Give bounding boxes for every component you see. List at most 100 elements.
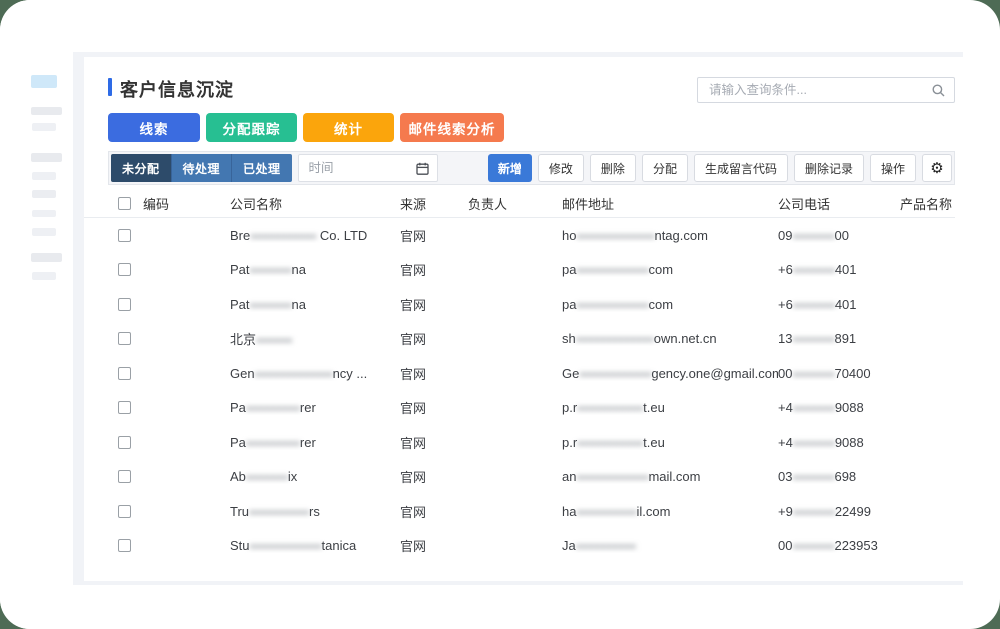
redacted-text: xxxxxxxxxxxx: [576, 298, 648, 311]
table-row: Brexxxxxxxxxxx Co. LTD 官网 hoxxxxxxxxxxxx…: [84, 218, 955, 253]
cell-text: 22499: [835, 504, 871, 519]
cell-email: anxxxxxxxxxxxxmail.com: [562, 469, 778, 484]
redacted-text: xxxxxxxxxxxx: [250, 539, 322, 552]
row-checkbox[interactable]: [118, 539, 131, 552]
cell-source: 官网: [400, 364, 468, 383]
cell-source: 官网: [400, 260, 468, 279]
cell-text: Pat: [230, 297, 250, 312]
cell-text: Stu: [230, 538, 250, 553]
tab-email-clue-analysis[interactable]: 邮件线索分析: [400, 113, 504, 142]
cell-email: p.rxxxxxxxxxxxt.eu: [562, 400, 778, 415]
cell-text: +6: [778, 262, 793, 277]
redacted-text: xxxxxxx: [793, 401, 835, 414]
cell-source: 官网: [400, 502, 468, 521]
date-filter: [298, 154, 438, 182]
row-checkbox[interactable]: [118, 367, 131, 380]
edit-button[interactable]: 修改: [538, 154, 584, 182]
sidebar-skeleton-bar: [31, 153, 62, 162]
column-header-code[interactable]: 编码: [143, 194, 230, 213]
cell-text: tanica: [322, 538, 357, 553]
select-all-checkbox[interactable]: [118, 197, 131, 210]
cell-text: pa: [562, 262, 576, 277]
row-checkbox[interactable]: [118, 229, 131, 242]
cell-text: gency.one@gmail.com: [651, 366, 778, 381]
column-header-company[interactable]: 公司名称: [230, 194, 400, 213]
redacted-text: xxxxxxxxxx: [249, 505, 309, 518]
sidebar-skeleton-bar: [32, 190, 56, 198]
cell-text: +6: [778, 297, 793, 312]
cell-text: mail.com: [648, 469, 700, 484]
main-card: 客户信息沉淀 线索 分配跟踪 统计 邮件线索分析 未分配 待处理 已处理: [84, 57, 963, 581]
cell-text: 03: [778, 469, 792, 484]
cell-text: Pat: [230, 262, 250, 277]
table-row: Paxxxxxxxxxrer 官网 p.rxxxxxxxxxxxt.eu +4x…: [84, 425, 955, 460]
cell-text: pa: [562, 297, 576, 312]
row-checkbox[interactable]: [118, 401, 131, 414]
cell-company: Paxxxxxxxxxrer: [230, 435, 400, 450]
column-header-email[interactable]: 邮件地址: [562, 194, 778, 213]
cell-text: 698: [834, 469, 856, 484]
cell-phone: +4xxxxxxx9088: [778, 400, 900, 415]
filter-toolbar: 未分配 待处理 已处理 新增 修改 删除 分配 生成留言代码 删除记录 操作 ⚙: [108, 151, 955, 185]
redacted-text: xxxxxxx: [792, 367, 834, 380]
cell-phone: 00xxxxxxx223953: [778, 538, 900, 553]
redacted-text: xxxxxxxxxxxx: [579, 367, 651, 380]
app-window: 客户信息沉淀 线索 分配跟踪 统计 邮件线索分析 未分配 待处理 已处理: [0, 0, 1000, 629]
cell-source: 官网: [400, 536, 468, 555]
column-header-product[interactable]: 产品名称: [900, 194, 955, 213]
row-checkbox[interactable]: [118, 298, 131, 311]
assign-button[interactable]: 分配: [642, 154, 688, 182]
search-input[interactable]: [698, 78, 954, 102]
table-row: Paxxxxxxxxxrer 官网 p.rxxxxxxxxxxxt.eu +4x…: [84, 391, 955, 426]
sidebar-skeleton-bar: [31, 107, 62, 115]
table-row: Patxxxxxxxna 官网 paxxxxxxxxxxxxcom +6xxxx…: [84, 287, 955, 322]
row-checkbox[interactable]: [118, 505, 131, 518]
redacted-text: xxxxxxxxx: [246, 401, 300, 414]
cell-text: t.eu: [643, 435, 665, 450]
segment-pending[interactable]: 待处理: [171, 154, 232, 182]
table-row: Genxxxxxxxxxxxxxncy ... 官网 Gexxxxxxxxxxx…: [84, 356, 955, 391]
cell-company: Stuxxxxxxxxxxxxtanica: [230, 538, 400, 553]
sidebar-skeleton-bar: [32, 228, 56, 236]
cell-text: 00: [834, 228, 848, 243]
cell-phone: +6xxxxxxx401: [778, 262, 900, 277]
cell-text: Ja: [562, 538, 576, 553]
cell-text: +4: [778, 435, 793, 450]
table-row: Patxxxxxxxna 官网 paxxxxxxxxxxxxcom +6xxxx…: [84, 253, 955, 288]
segment-unassigned[interactable]: 未分配: [111, 154, 171, 182]
row-checkbox[interactable]: [118, 436, 131, 449]
table-row: Stuxxxxxxxxxxxxtanica 官网 Jaxxxxxxxxxx 00…: [84, 529, 955, 564]
delete-record-button[interactable]: 删除记录: [794, 154, 864, 182]
tab-clues[interactable]: 线索: [108, 113, 200, 142]
column-header-owner[interactable]: 负责人: [468, 194, 562, 213]
cell-text: Gen: [230, 366, 255, 381]
cell-text: Ab: [230, 469, 246, 484]
delete-button[interactable]: 删除: [590, 154, 636, 182]
cell-text: an: [562, 469, 576, 484]
cell-text: 9088: [835, 435, 864, 450]
segment-processed[interactable]: 已处理: [231, 154, 292, 182]
add-button[interactable]: 新增: [488, 154, 532, 182]
row-checkbox[interactable]: [118, 263, 131, 276]
row-checkbox[interactable]: [118, 332, 131, 345]
tab-statistics[interactable]: 统计: [303, 113, 394, 142]
cell-text: 北京: [230, 332, 256, 347]
column-header-source[interactable]: 来源: [400, 194, 468, 213]
operations-button[interactable]: 操作: [870, 154, 916, 182]
redacted-text: xxxxxxxxxxx: [577, 436, 643, 449]
cell-text: own.net.cn: [654, 331, 717, 346]
cell-text: +4: [778, 400, 793, 415]
cell-email: haxxxxxxxxxxil.com: [562, 504, 778, 519]
settings-button[interactable]: ⚙: [922, 154, 952, 182]
column-header-phone[interactable]: 公司电话: [778, 194, 900, 213]
cell-text: ncy ...: [333, 366, 368, 381]
cell-text: rer: [300, 400, 316, 415]
sidebar-skeleton-bar: [32, 210, 56, 217]
generate-message-code-button[interactable]: 生成留言代码: [694, 154, 788, 182]
cell-text: 223953: [834, 538, 877, 553]
action-buttons: 新增 修改 删除 分配 生成留言代码 删除记录 操作 ⚙: [488, 154, 952, 182]
cell-email: paxxxxxxxxxxxxcom: [562, 262, 778, 277]
row-checkbox[interactable]: [118, 470, 131, 483]
redacted-text: xxxxxxxxxxxxx: [576, 229, 654, 242]
tab-assign-tracking[interactable]: 分配跟踪: [206, 113, 297, 142]
